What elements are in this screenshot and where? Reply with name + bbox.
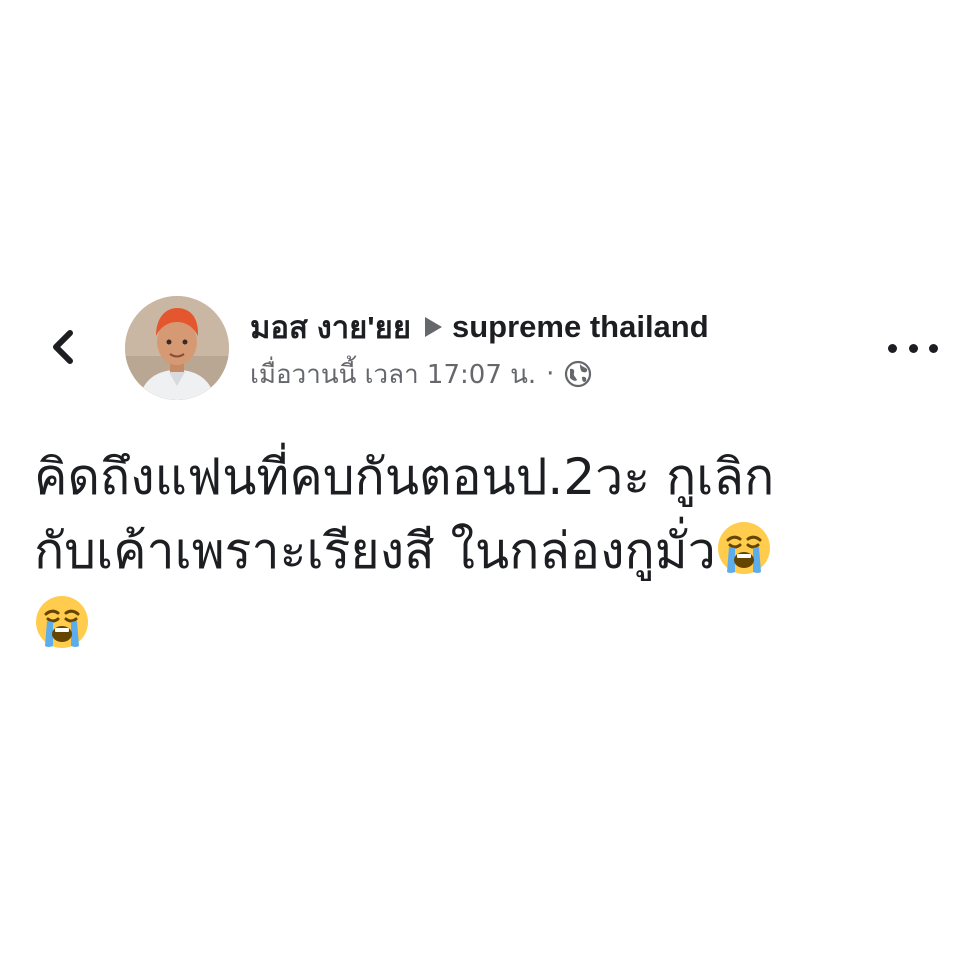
- more-horizontal-icon: [929, 343, 938, 353]
- more-options-button[interactable]: [888, 330, 938, 366]
- post-text-line-with-emoji: กับเค้าเพราะเรียงสี ในกล่องกูมั่ว: [34, 514, 914, 588]
- group-name-link[interactable]: supreme thailand: [452, 309, 709, 345]
- chevron-left-icon: [53, 330, 73, 364]
- meta-separator: ·: [546, 359, 555, 389]
- post-message: คิดถึงแฟนที่คบกันตอนป.2วะ กูเลิก กับเค้า…: [34, 440, 914, 662]
- loudly-crying-face-icon: [36, 596, 88, 648]
- facebook-post-screen: มอส งาย'ยย supreme thailand เมื่อวานนี้ …: [0, 0, 960, 960]
- triangle-right-icon: [425, 317, 442, 337]
- more-horizontal-icon: [908, 343, 918, 353]
- author-avatar[interactable]: [125, 296, 229, 400]
- post-text-line-emoji-only: [34, 588, 914, 662]
- loudly-crying-face-icon: [717, 522, 770, 574]
- avatar-photo: [125, 296, 229, 400]
- globe-icon[interactable]: [564, 360, 592, 388]
- back-button[interactable]: [38, 322, 88, 372]
- post-header-title: มอส งาย'ยย supreme thailand: [250, 304, 709, 350]
- post-timestamp[interactable]: เมื่อวานนี้ เวลา 17:07 น.: [250, 354, 536, 395]
- author-name-link[interactable]: มอส งาย'ยย: [250, 302, 411, 352]
- post-text-line: กับเค้าเพราะเรียงสี ในกล่องกูมั่ว: [34, 522, 716, 580]
- post-meta: เมื่อวานนี้ เวลา 17:07 น. ·: [250, 354, 592, 394]
- post-text-line: คิดถึงแฟนที่คบกันตอนป.2วะ กูเลิก: [34, 448, 775, 506]
- more-horizontal-icon: [888, 343, 897, 353]
